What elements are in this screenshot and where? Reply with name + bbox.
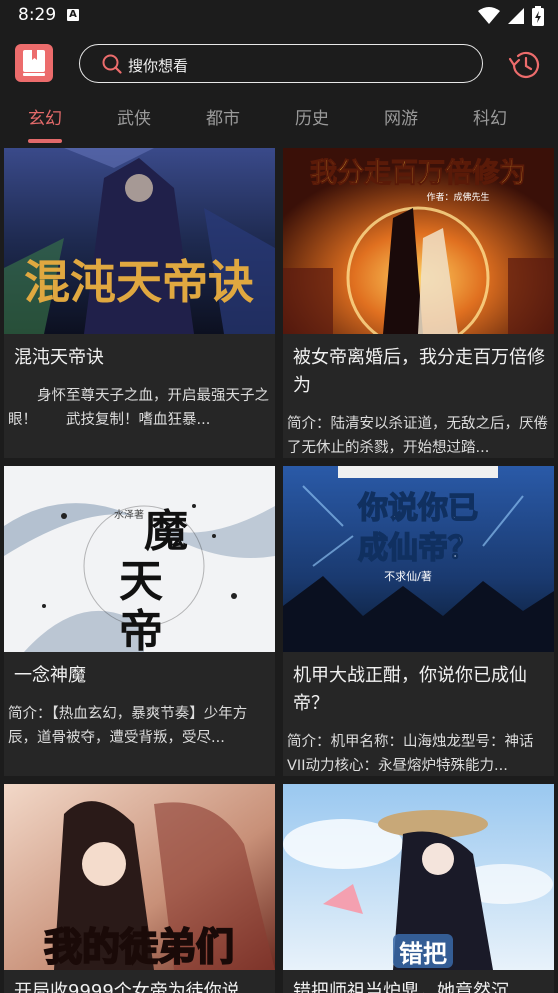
tab-wangyou[interactable]: 网游 — [371, 104, 431, 129]
tab-xuanhuan[interactable]: 玄幻 — [15, 104, 75, 129]
cover-title-text: 天 — [119, 556, 163, 607]
cover-title-text: 错把 — [399, 939, 447, 968]
book-cover-art: 错把 — [283, 784, 554, 970]
tab-wuxia[interactable]: 武侠 — [104, 104, 164, 129]
battery-icon — [532, 6, 544, 26]
cover-author-text: 水泽著 — [114, 508, 144, 521]
status-icons — [478, 6, 544, 26]
book-title: 机甲大战正酣，你说你已成仙帝？ — [293, 665, 527, 714]
book-cover[interactable]: 错把 — [283, 784, 554, 970]
cover-title-text: 成仙帝？ — [358, 531, 478, 566]
book-card[interactable]: 我分走百万倍修为 作者：成佛先生 被女帝离婚后，我分走百万倍修为 简介：陆清安以… — [283, 148, 554, 458]
category-tabs: 玄幻 武侠 都市 历史 网游 科幻 — [0, 98, 558, 146]
book-cover[interactable]: 你说你已 成仙帝？ 不求仙/著 — [283, 466, 554, 652]
book-title: 错把师祖当炉鼎，她竟然沉... — [293, 981, 527, 993]
search-placeholder: 搜你想看 — [128, 57, 189, 75]
book-cover[interactable]: 我的徒弟们 — [4, 784, 275, 970]
book-cover-art: 我分走百万倍修为 作者：成佛先生 — [283, 148, 554, 334]
book-cover-art: 你说你已 成仙帝？ 不求仙/著 — [283, 466, 554, 652]
tab-lishi[interactable]: 历史 — [282, 104, 342, 129]
book-card[interactable]: 我的徒弟们 开局收9999个女帝为徒你说... — [4, 784, 275, 993]
wifi-icon — [478, 7, 500, 24]
book-cover-art: 我的徒弟们 — [4, 784, 275, 970]
book-cover[interactable]: 魔 天 帝 水泽著 — [4, 466, 275, 652]
book-cover-art: 魔 天 帝 水泽著 — [4, 466, 275, 652]
book-title: 开局收9999个女帝为徒你说... — [14, 981, 257, 993]
book-card[interactable]: 你说你已 成仙帝？ 不求仙/著 机甲大战正酣，你说你已成仙帝？ 简介：机甲名称：… — [283, 466, 554, 776]
book-description: 身怀至尊天子之血，开启最强天子之眼！ 武技复制！嗜血狂暴... — [8, 388, 269, 428]
book-description: 简介：机甲名称：山海烛龙型号：神话VII动力核心：永昼熔炉特殊能力... — [287, 734, 534, 774]
cover-title-text: 混沌天帝诀 — [24, 255, 254, 309]
cover-title-text: 帝 — [119, 606, 163, 652]
book-title: 一念神魔 — [14, 665, 86, 686]
book-card[interactable]: 混沌天帝诀 混沌天帝诀 身怀至尊天子之血，开启最强天子之眼！ 武技复制！嗜血狂暴… — [4, 148, 275, 458]
status-time: 8:29 — [18, 5, 57, 25]
book-title: 混沌天帝诀 — [14, 347, 104, 368]
cover-title-text: 你说你已 — [357, 491, 478, 526]
book-description: 简介：陆清安以杀证道，无敌之后，厌倦了无休止的杀戮，开始想过踏... — [287, 416, 548, 456]
book-card[interactable]: 错把 错把师祖当炉鼎，她竟然沉... — [283, 784, 554, 993]
tab-indicator — [28, 139, 62, 143]
status-bar: 8:29 A — [0, 0, 558, 32]
search-icon — [102, 54, 122, 74]
signal-icon — [508, 8, 524, 24]
notification-a-icon: A — [67, 9, 79, 21]
cover-title-text: 魔 — [144, 506, 188, 557]
book-card[interactable]: 魔 天 帝 水泽著 一念神魔 简介：【热血玄幻，暴爽节奏】少年方辰，道骨被夺，遭… — [4, 466, 275, 776]
book-description: 简介：【热血玄幻，暴爽节奏】少年方辰，道骨被夺，遭受背叛，受尽... — [8, 706, 248, 746]
book-cover[interactable]: 我分走百万倍修为 作者：成佛先生 — [283, 148, 554, 334]
book-title: 被女帝离婚后，我分走百万倍修为 — [293, 347, 545, 396]
tab-kehuan[interactable]: 科幻 — [460, 104, 520, 129]
cover-author-text: 不求仙/著 — [384, 569, 432, 583]
book-logo-icon[interactable] — [15, 44, 53, 82]
cover-author-text: 作者：成佛先生 — [426, 191, 489, 203]
header: 搜你想看 — [0, 40, 558, 90]
book-cover-art: 混沌天帝诀 — [4, 148, 275, 334]
book-cover[interactable]: 混沌天帝诀 — [4, 148, 275, 334]
cover-title-text: 我分走百万倍修为 — [310, 157, 526, 189]
history-icon[interactable] — [508, 49, 542, 81]
search-input[interactable]: 搜你想看 — [79, 44, 483, 83]
tab-dushi[interactable]: 都市 — [193, 104, 253, 129]
cover-title-text: 我的徒弟们 — [44, 924, 234, 969]
